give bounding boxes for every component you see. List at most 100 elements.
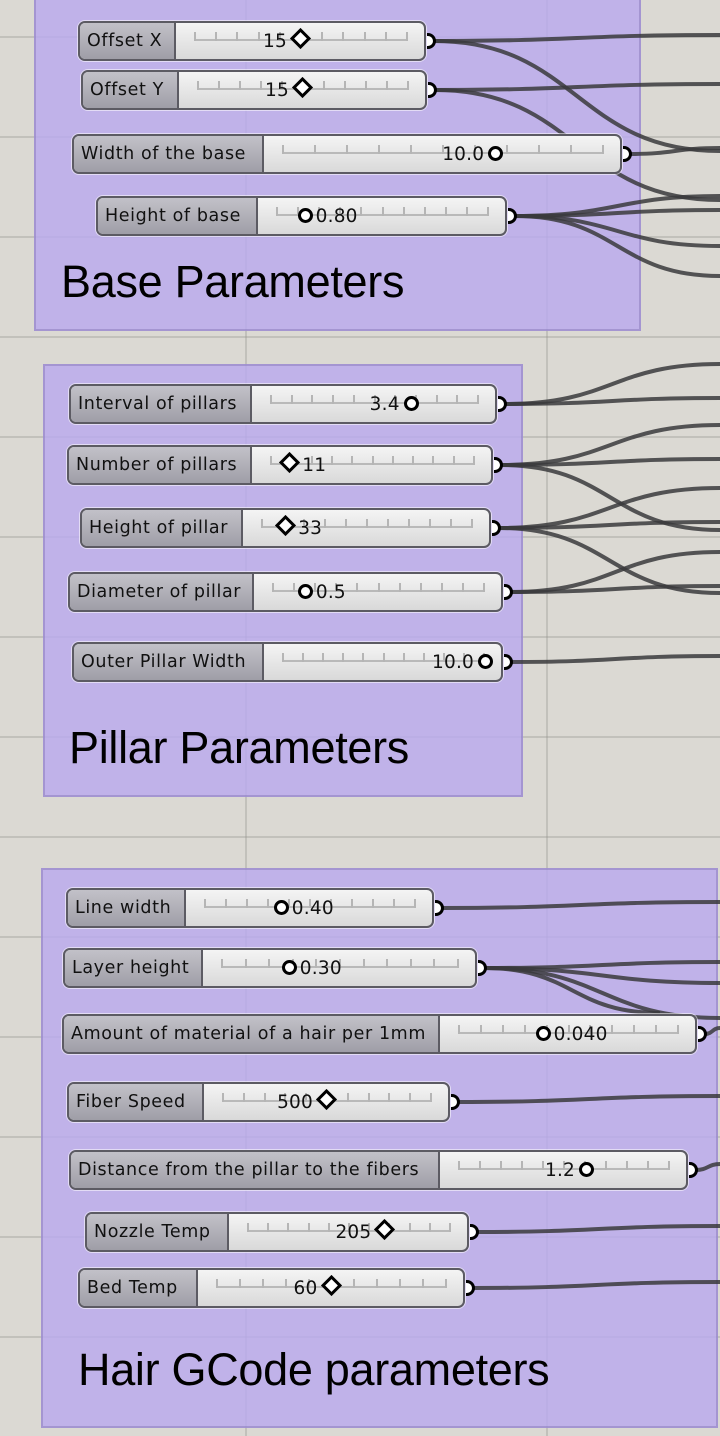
slider-track[interactable]: 15 — [179, 72, 425, 108]
slider-handle-diamond-icon[interactable] — [374, 1218, 396, 1241]
number-slider[interactable]: Offset X 15 — [78, 21, 436, 61]
slider-handle-circle-icon[interactable] — [488, 146, 504, 161]
slider-tick — [677, 1025, 679, 1034]
slider-label[interactable]: Fiber Speed — [69, 1084, 204, 1120]
number-slider[interactable]: Distance from the pillar to the fibers 1.… — [69, 1150, 698, 1190]
slider-track[interactable]: 60 — [198, 1270, 463, 1306]
slider-label[interactable]: Offset X — [80, 23, 176, 59]
slider-tick — [322, 653, 325, 662]
slider-track[interactable]: 15 — [176, 23, 424, 59]
slider-label[interactable]: Number of pillars — [69, 447, 252, 483]
slider-tick — [346, 1093, 349, 1102]
slider-tick — [267, 1223, 270, 1232]
slider-handle-diamond-icon[interactable] — [320, 1274, 342, 1297]
slider-handle-diamond-icon[interactable] — [291, 76, 314, 99]
slider-track[interactable]: 33 — [243, 510, 489, 546]
wire — [498, 520, 720, 530]
wire — [504, 396, 720, 406]
slider-tick — [399, 1279, 402, 1288]
number-slider[interactable]: Width of the base 10.0 — [72, 134, 632, 174]
slider-track[interactable]: 1.2 — [440, 1152, 686, 1188]
number-slider[interactable]: Interval of pillars 3.4 — [69, 384, 507, 424]
slider-tick — [409, 959, 412, 968]
slider-tick — [351, 899, 353, 908]
slider-handle-circle-icon[interactable] — [403, 396, 419, 411]
slider-tick — [422, 653, 425, 662]
slider-label[interactable]: Outer Pillar Width — [74, 644, 264, 680]
number-slider[interactable]: Diameter of pillar 0.5 — [68, 572, 513, 612]
slider-label[interactable]: Amount of material of a hair per 1mm — [64, 1016, 440, 1052]
slider-label[interactable]: Diameter of pillar — [70, 574, 254, 610]
slider-label[interactable]: Distance from the pillar to the fibers — [71, 1152, 440, 1188]
slider-handle-diamond-icon[interactable] — [289, 27, 312, 50]
slider-tick — [282, 653, 284, 662]
slider-label[interactable]: Nozzle Temp — [87, 1214, 229, 1250]
slider-tick — [351, 456, 354, 465]
number-slider[interactable]: Nozzle Temp 205 — [85, 1212, 479, 1252]
slider-label[interactable]: Layer height — [65, 950, 203, 986]
slider-handle-diamond-icon[interactable] — [315, 1088, 338, 1111]
number-slider[interactable]: Number of pillars 11 — [67, 445, 503, 485]
number-slider[interactable]: Height of base 0.80 — [96, 196, 517, 236]
number-slider[interactable]: Offset Y 15 — [81, 70, 437, 110]
slider-tick — [408, 519, 410, 528]
number-slider[interactable]: Amount of material of a hair per 1mm 0.04… — [62, 1014, 707, 1054]
slider-label[interactable]: Height of pillar — [82, 510, 243, 546]
number-slider[interactable]: Bed Temp 60 — [78, 1268, 475, 1308]
slider-tick — [409, 1093, 412, 1102]
slider-value: 33 — [298, 518, 323, 539]
slider-tick — [605, 1161, 607, 1170]
slider-tick — [307, 1223, 310, 1232]
grasshopper-canvas[interactable]: Base Parameters Pillar Parameters Hair G… — [0, 0, 720, 1436]
slider-track[interactable]: 3.4 — [252, 386, 495, 422]
slider-handle-circle-icon[interactable] — [579, 1162, 594, 1177]
number-slider[interactable]: Layer height 0.30 — [63, 948, 487, 988]
slider-handle-circle-icon[interactable] — [297, 584, 313, 599]
slider-track[interactable]: 205 — [229, 1214, 467, 1250]
slider-tick — [433, 959, 436, 968]
slider-value: 10.0 — [442, 144, 485, 165]
slider-track[interactable]: 0.40 — [186, 890, 432, 926]
slider-label[interactable]: Offset Y — [83, 72, 179, 108]
number-slider[interactable]: Height of pillar 33 — [80, 508, 501, 548]
grid-line — [0, 336, 720, 338]
slider-tick — [440, 583, 443, 592]
slider-tick — [268, 959, 271, 968]
slider-label[interactable]: Bed Temp — [80, 1270, 198, 1306]
slider-tick — [330, 456, 333, 465]
slider-value-readout: 3.4 — [370, 394, 419, 415]
slider-label[interactable]: Height of base — [98, 198, 258, 234]
slider-tick — [287, 1223, 290, 1232]
slider-handle-circle-icon[interactable] — [478, 654, 493, 669]
slider-tick — [194, 32, 196, 41]
slider-tick — [406, 32, 408, 41]
slider-tick — [323, 81, 325, 90]
number-slider[interactable]: Outer Pillar Width 10.0 — [72, 642, 513, 682]
slider-label[interactable]: Width of the base — [74, 136, 264, 172]
slider-tick — [391, 456, 394, 465]
slider-handle-circle-icon[interactable] — [281, 960, 297, 975]
slider-track[interactable]: 0.5 — [254, 574, 501, 610]
slider-track[interactable]: 10.0 — [264, 644, 501, 680]
slider-track[interactable]: 10.0 — [264, 136, 620, 172]
slider-track[interactable]: 0.80 — [258, 198, 505, 234]
slider-tick — [386, 81, 388, 90]
number-slider[interactable]: Line width 0.40 — [66, 888, 444, 928]
slider-track[interactable]: 11 — [252, 447, 491, 483]
slider-handle-circle-icon[interactable] — [297, 208, 313, 223]
slider-label[interactable]: Line width — [68, 890, 186, 926]
slider-track[interactable]: 0.040 — [440, 1016, 695, 1052]
slider-handle-circle-icon[interactable] — [535, 1026, 551, 1041]
slider-handle-circle-icon[interactable] — [273, 900, 289, 915]
slider-track[interactable]: 500 — [204, 1084, 448, 1120]
slider-tick — [362, 653, 365, 662]
number-slider[interactable]: Fiber Speed 500 — [67, 1082, 460, 1122]
slider-label[interactable]: Interval of pillars — [71, 386, 252, 422]
slider-handle-diamond-icon[interactable] — [275, 514, 297, 537]
slider-handle-diamond-icon[interactable] — [279, 451, 301, 474]
slider-tick — [378, 145, 380, 154]
group-title-pillar: Pillar Parameters — [69, 722, 410, 773]
slider-tick — [356, 583, 359, 592]
slider-track[interactable]: 0.30 — [203, 950, 475, 986]
wire — [629, 146, 720, 156]
